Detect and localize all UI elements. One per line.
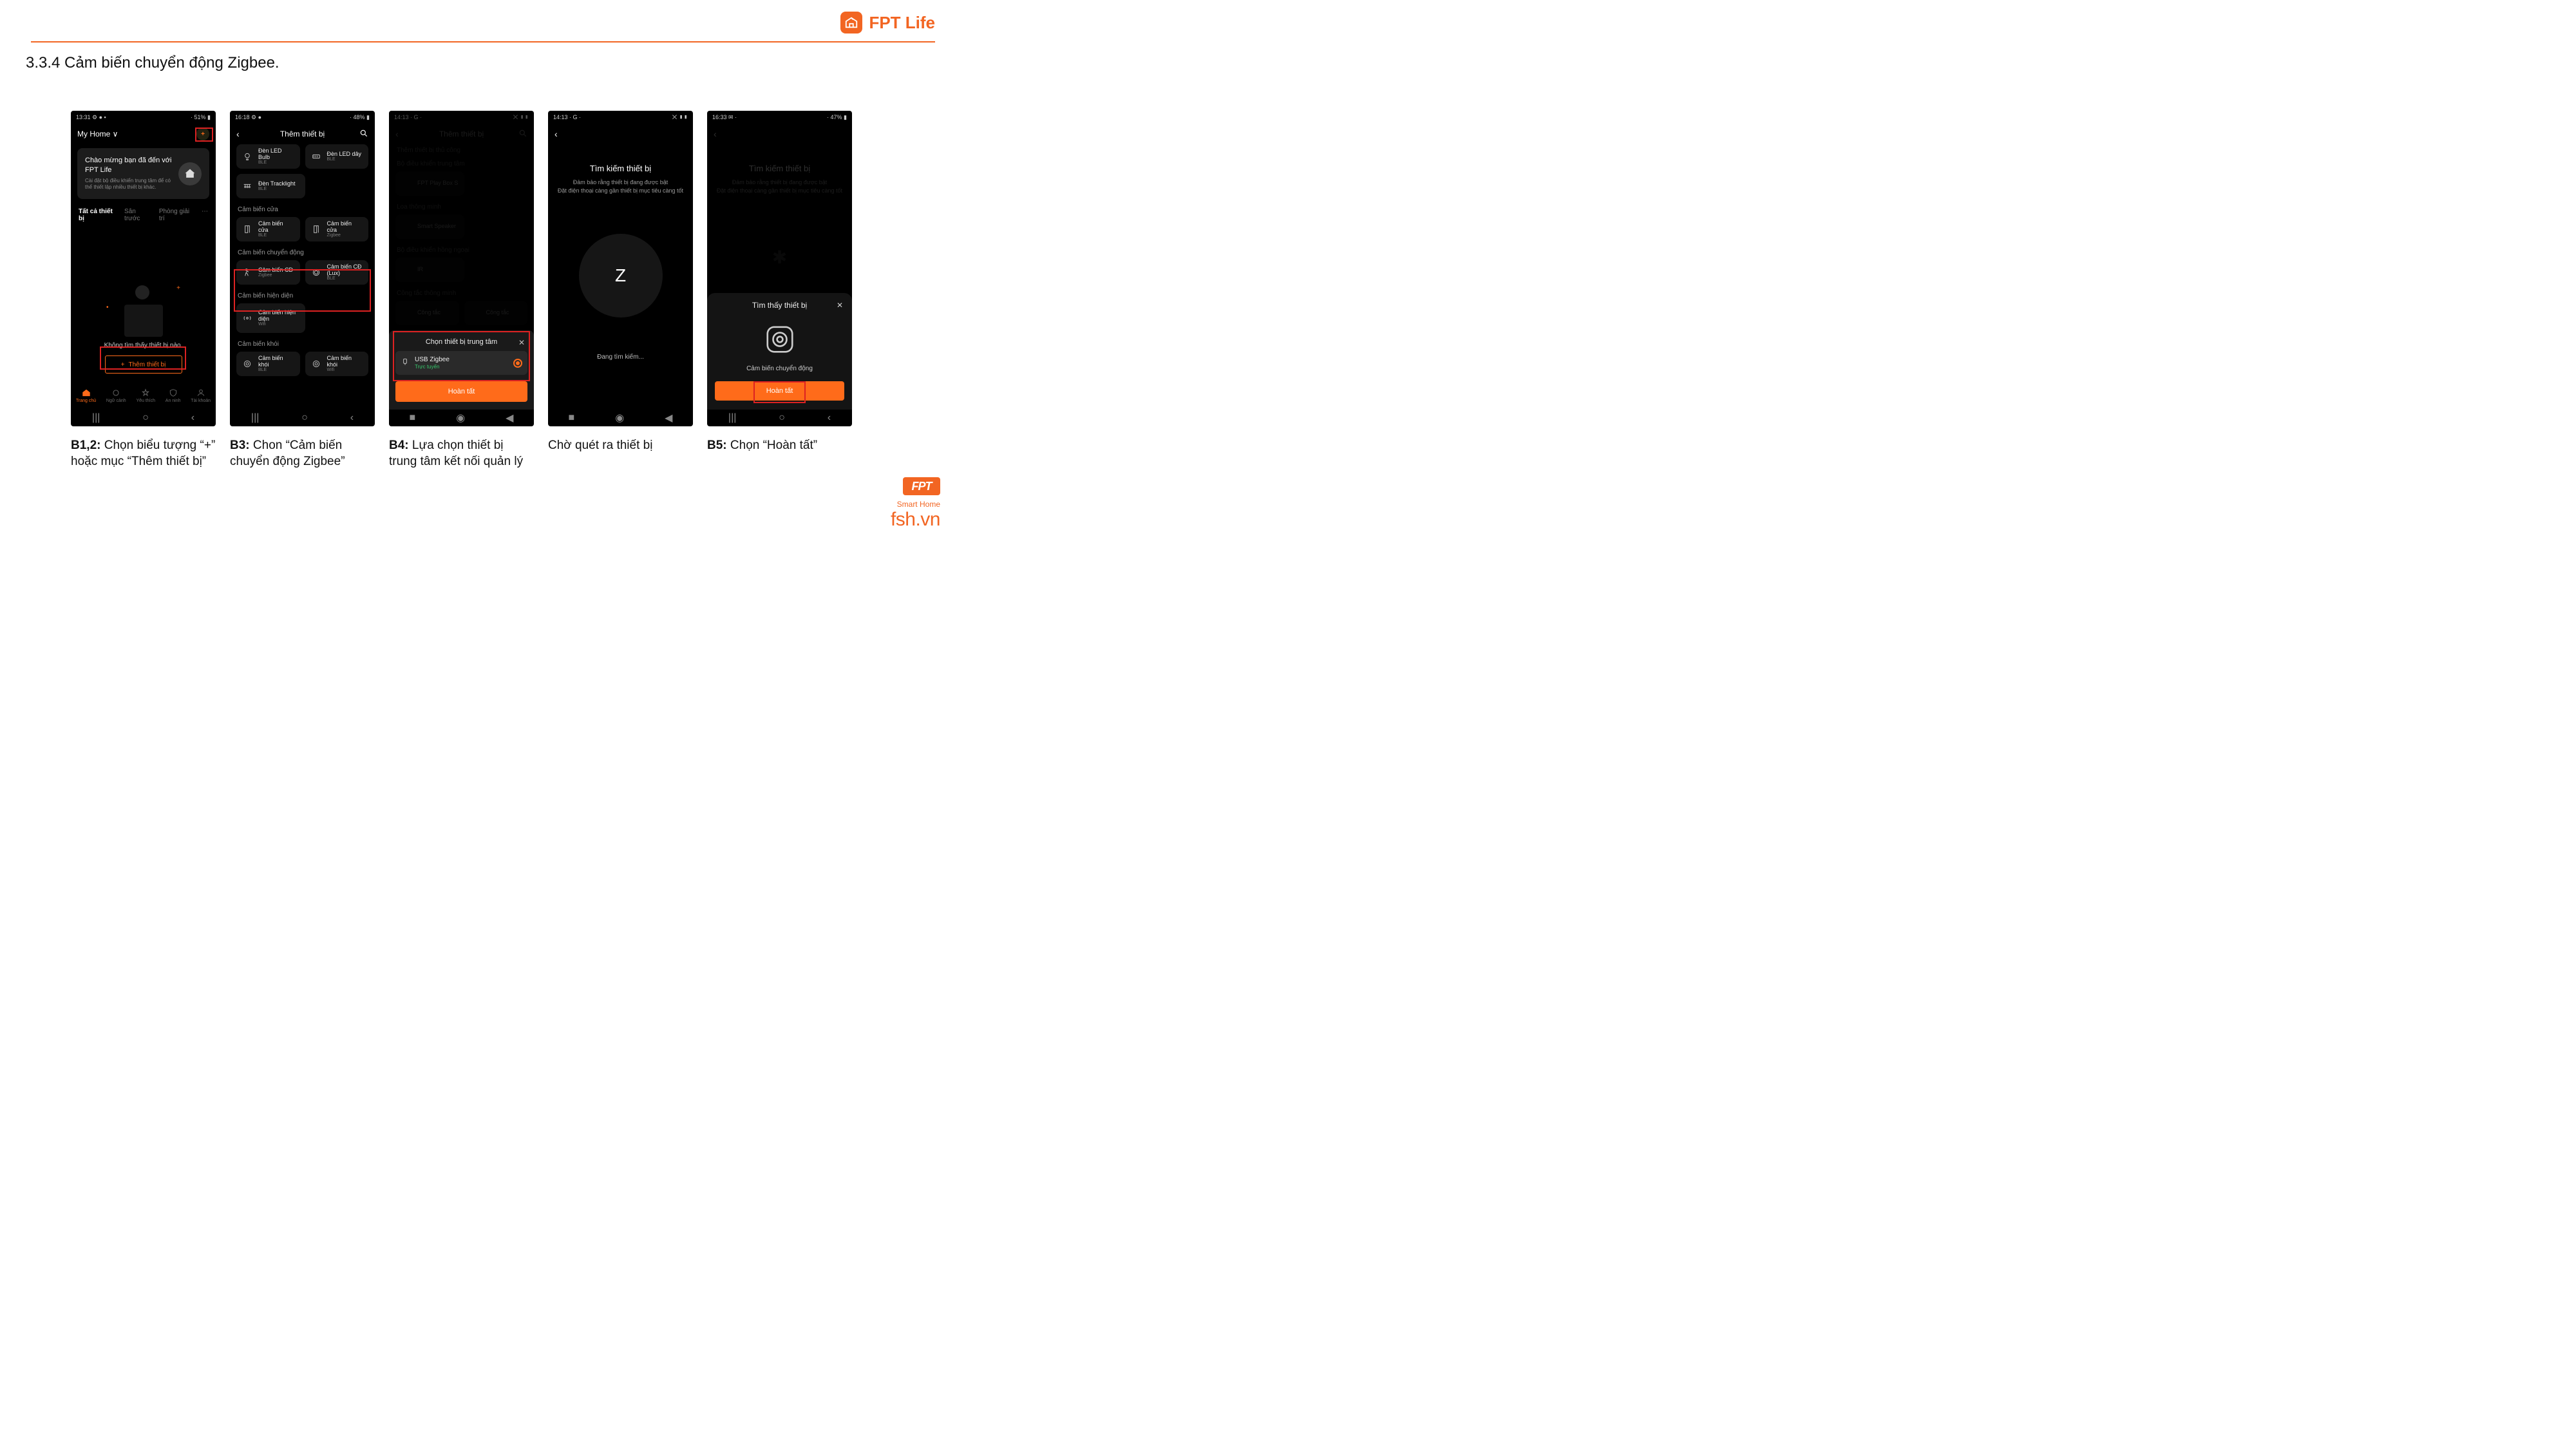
welcome-title: Chào mừng bạn đã đến với FPT Life bbox=[85, 156, 172, 175]
statusbar: 13:31 ⚙ ● ▪ · 51% ▮ bbox=[71, 111, 216, 124]
phone-5: 16:33 ✉ ·· 47% ▮ ‹ Tìm kiếm thiết bị Đảm… bbox=[707, 111, 852, 426]
scan-title: Tìm kiếm thiết bị bbox=[548, 164, 693, 173]
done-button[interactable]: Hoàn tất bbox=[395, 381, 527, 402]
home-header: My Home ∨ + bbox=[71, 124, 216, 144]
tile-door-ble[interactable]: Cảm biến cửaBLE bbox=[236, 217, 300, 242]
section-door: Cảm biến cửa bbox=[230, 204, 375, 217]
strip-icon bbox=[310, 151, 322, 162]
corner-brand: FPT Smart Home fsh.vn bbox=[891, 477, 940, 531]
caption-3: B4: Lựa chọn thiết bị trung tâm kết nối … bbox=[389, 438, 534, 469]
android-nav: |||○‹ bbox=[707, 410, 852, 426]
home-selector[interactable]: My Home ∨ bbox=[77, 129, 118, 138]
statusbar: 14:13 · G ·⨉ ▮▮ bbox=[548, 111, 693, 124]
tile-tracklight[interactable]: Đèn TracklightBLE bbox=[236, 174, 305, 198]
door-icon bbox=[242, 223, 253, 235]
close-icon[interactable]: ✕ bbox=[837, 301, 843, 310]
nav-security[interactable]: An ninh bbox=[166, 388, 181, 403]
android-nav: ||| ○ ‹ bbox=[71, 410, 216, 426]
sheet-title: Tìm thấy thiết bị✕ bbox=[715, 301, 844, 310]
tab-front-yard[interactable]: Sân trước bbox=[124, 208, 150, 222]
caption-1: B1,2: Chọn biểu tượng “+” hoặc mục “Thêm… bbox=[71, 438, 216, 469]
steps-row: 13:31 ⚙ ● ▪ · 51% ▮ My Home ∨ + Chào mừn… bbox=[71, 111, 852, 469]
screen-title: Thêm thiết bị bbox=[280, 129, 325, 138]
brand: FPT Life bbox=[840, 12, 935, 33]
statusbar-signal: · 51% ▮ bbox=[191, 114, 211, 121]
phone-1: 13:31 ⚙ ● ▪ · 51% ▮ My Home ∨ + Chào mừn… bbox=[71, 111, 216, 426]
scanning-label: Đang tìm kiếm... bbox=[548, 354, 693, 361]
tab-more[interactable]: ⋯ bbox=[202, 208, 208, 222]
brand-name: FPT Life bbox=[869, 13, 935, 33]
step-1: 13:31 ⚙ ● ▪ · 51% ▮ My Home ∨ + Chào mừn… bbox=[71, 111, 216, 469]
statusbar: 16:18 ⚙ ●· 48% ▮ bbox=[230, 111, 375, 124]
found-device-name: Cảm biến chuyển động bbox=[715, 365, 844, 372]
tile-smoke-wifi[interactable]: Cảm biến khóiWifi bbox=[305, 352, 369, 376]
header-rule bbox=[31, 41, 935, 43]
bottom-nav: Trang chủ Ngữ cảnh Yêu thích An ninh Tài… bbox=[71, 381, 216, 410]
nav-back-icon[interactable]: ‹ bbox=[191, 412, 194, 424]
nav-home-icon[interactable]: ○ bbox=[142, 412, 149, 424]
section-smoke: Cảm biến khói bbox=[230, 338, 375, 352]
tile-led-strip[interactable]: Đèn LED dâyBLE bbox=[305, 144, 369, 169]
motion-sensor-icon bbox=[759, 319, 800, 360]
presence-icon bbox=[242, 312, 253, 324]
android-nav: ■◉◀ bbox=[389, 410, 534, 426]
tile-smoke-ble[interactable]: Cảm biến khóiBLE bbox=[236, 352, 300, 376]
caption-2: B3: Chon “Cảm biến chuyển động Zigbee” bbox=[230, 438, 375, 469]
phone-2: 16:18 ⚙ ●· 48% ▮ ‹ Thêm thiết bị Đèn LED… bbox=[230, 111, 375, 426]
nav-account[interactable]: Tài khoản bbox=[191, 388, 211, 403]
tab-all[interactable]: Tất cả thiết bị bbox=[79, 208, 115, 222]
empty-illustration: • + bbox=[71, 227, 216, 337]
back-button[interactable]: ‹ bbox=[236, 129, 240, 139]
search-button[interactable] bbox=[359, 129, 368, 140]
step-3: 14:13 · G ·⨉ ▮▮ ‹Thêm thiết bị Thêm thiế… bbox=[389, 111, 534, 469]
back-button[interactable]: ‹ bbox=[554, 129, 558, 139]
footer-url: fsh.vn bbox=[891, 509, 940, 531]
scan-animation: Z bbox=[579, 234, 663, 317]
section-motion: Cảm biến chuyển động bbox=[230, 247, 375, 260]
statusbar-time: 13:31 ⚙ ● ▪ bbox=[76, 114, 106, 121]
android-nav: |||○‹ bbox=[230, 410, 375, 426]
step-4: 14:13 · G ·⨉ ▮▮ ‹ Tìm kiếm thiết bị Đảm … bbox=[548, 111, 693, 469]
track-icon bbox=[242, 180, 253, 192]
smoke-icon bbox=[310, 358, 322, 370]
nav-fav[interactable]: Yêu thích bbox=[136, 388, 155, 403]
caption-5: B5: Chọn “Hoàn tất” bbox=[707, 438, 852, 454]
nav-home[interactable]: Trang chủ bbox=[76, 388, 96, 403]
step-5: 16:33 ✉ ·· 47% ▮ ‹ Tìm kiếm thiết bị Đảm… bbox=[707, 111, 852, 469]
step-2: 16:18 ⚙ ●· 48% ▮ ‹ Thêm thiết bị Đèn LED… bbox=[230, 111, 375, 469]
phone-4: 14:13 · G ·⨉ ▮▮ ‹ Tìm kiếm thiết bị Đảm … bbox=[548, 111, 693, 426]
tab-entertain[interactable]: Phòng giải trí bbox=[159, 208, 193, 222]
section-title: 3.3.4 Cảm biến chuyển động Zigbee. bbox=[26, 54, 279, 72]
screen-header: ‹ Thêm thiết bị bbox=[230, 124, 375, 144]
fpt-logo-icon: FPT bbox=[903, 477, 940, 495]
hub-icon bbox=[178, 162, 202, 185]
nav-scene[interactable]: Ngữ cảnh bbox=[106, 388, 126, 403]
tile-door-zigbee[interactable]: Cảm biến cửaZigbee bbox=[305, 217, 369, 242]
statusbar: 16:33 ✉ ·· 47% ▮ bbox=[707, 111, 852, 124]
bulb-icon bbox=[242, 151, 253, 162]
scan-sub: Đảm bảo rằng thiết bị đang được bậtĐặt đ… bbox=[548, 178, 693, 195]
screen-header: ‹ bbox=[548, 124, 693, 144]
device-tabs: Tất cả thiết bị Sân trước Phòng giải trí… bbox=[71, 203, 216, 227]
android-nav: ■◉◀ bbox=[548, 410, 693, 426]
door-icon bbox=[310, 223, 322, 235]
slide: FPT Life 3.3.4 Cảm biến chuyển động Zigb… bbox=[0, 0, 966, 544]
brand-logo-icon bbox=[840, 12, 862, 33]
caption-4: Chờ quét ra thiết bị bbox=[548, 438, 693, 454]
welcome-card[interactable]: Chào mừng bạn đã đến với FPT Life Cài đặ… bbox=[77, 148, 209, 199]
smoke-icon bbox=[242, 358, 253, 370]
fpt-subtitle: Smart Home bbox=[891, 500, 940, 509]
nav-menu-icon[interactable]: ||| bbox=[92, 412, 100, 424]
phone-3: 14:13 · G ·⨉ ▮▮ ‹Thêm thiết bị Thêm thiế… bbox=[389, 111, 534, 426]
tile-led-bulb[interactable]: Đèn LED BulbBLE bbox=[236, 144, 300, 169]
welcome-sub: Cài đặt bộ điều khiển trung tâm để có th… bbox=[85, 178, 172, 192]
